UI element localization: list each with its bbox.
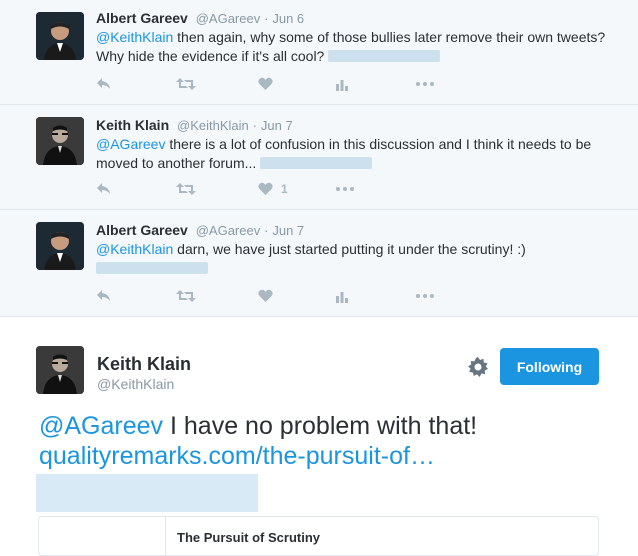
author-handle[interactable]: @AGareev <box>196 11 261 26</box>
tweet-header: Keith Klain @KeithKlain · Jun 7 <box>96 117 293 133</box>
tweet-text: @AGareev I have no problem with that! qua… <box>39 411 619 471</box>
tweet-item[interactable]: Albert Gareev @AGareev · Jun 6 @KeithKla… <box>0 0 638 105</box>
analytics-icon[interactable] <box>336 288 348 304</box>
avatar[interactable] <box>36 117 84 165</box>
reply-icon[interactable] <box>96 288 112 304</box>
retweet-icon[interactable] <box>176 288 196 304</box>
like-count: 1 <box>281 182 288 196</box>
redacted-link <box>260 157 373 169</box>
author-name[interactable]: Albert Gareev <box>96 222 188 238</box>
tweet-date[interactable]: Jun 7 <box>261 118 293 133</box>
analytics-icon[interactable] <box>336 76 348 92</box>
tweet-text: @AGareev there is a lot of confusion in … <box>96 135 616 173</box>
conversation-thread: Albert Gareev @AGareev · Jun 6 @KeithKla… <box>0 0 638 316</box>
avatar[interactable] <box>36 12 84 60</box>
tweet-header: Albert Gareev @AGareev · Jun 6 <box>96 10 304 26</box>
more-icon[interactable] <box>416 288 434 304</box>
card-thumbnail <box>39 517 166 555</box>
separator: · <box>264 223 269 238</box>
tweet-actions: 1 <box>96 181 456 197</box>
more-icon[interactable] <box>336 181 354 197</box>
author-name[interactable]: Keith Klain <box>96 117 169 133</box>
url-link[interactable]: qualityremarks.com/the-pursuit-of… <box>39 442 435 470</box>
tweet-date[interactable]: Jun 6 <box>272 11 304 26</box>
separator: · <box>264 11 269 26</box>
author-name[interactable]: Keith Klain <box>97 354 191 375</box>
retweet-icon[interactable] <box>176 181 196 197</box>
avatar[interactable] <box>36 346 84 394</box>
link-card[interactable]: The Pursuit of Scrutiny <box>38 516 599 556</box>
heart-icon[interactable] <box>258 288 281 304</box>
reply-icon[interactable] <box>96 76 112 92</box>
avatar[interactable] <box>36 222 84 270</box>
tweet-item[interactable]: Albert Gareev @AGareev · Jun 7 @KeithKla… <box>0 210 638 316</box>
heart-icon[interactable]: 1 <box>258 181 288 197</box>
tweet-body: darn, we have just started putting it un… <box>173 241 526 257</box>
tweet-text: @KeithKlain then again, why some of thos… <box>96 28 616 66</box>
separator: · <box>252 118 257 133</box>
mention-link[interactable]: @KeithKlain <box>96 29 173 45</box>
reply-icon[interactable] <box>96 181 112 197</box>
tweet-date[interactable]: Jun 7 <box>272 223 304 238</box>
tweet-body: I have no problem with that! <box>163 412 478 440</box>
permalink-tweet: Keith Klain @KeithKlain Following @AGare… <box>0 316 638 556</box>
author-handle[interactable]: @KeithKlain <box>177 118 249 133</box>
following-button[interactable]: Following <box>500 348 599 385</box>
gear-icon[interactable] <box>468 357 488 377</box>
retweet-icon[interactable] <box>176 76 196 92</box>
mention-link[interactable]: @AGareev <box>96 136 165 152</box>
author-handle[interactable]: @AGareev <box>196 223 261 238</box>
redacted-link <box>96 262 208 274</box>
tweet-actions <box>96 76 456 92</box>
author-handle[interactable]: @KeithKlain <box>97 376 174 392</box>
tweet-item[interactable]: Keith Klain @KeithKlain · Jun 7 @AGareev… <box>0 105 638 210</box>
redacted-link <box>328 50 441 62</box>
tweet-header: Albert Gareev @AGareev · Jun 7 <box>96 222 304 238</box>
more-icon[interactable] <box>416 76 434 92</box>
author-name[interactable]: Albert Gareev <box>96 10 188 26</box>
mention-link[interactable]: @AGareev <box>39 412 163 440</box>
mention-link[interactable]: @KeithKlain <box>96 241 173 257</box>
tweet-text: @KeithKlain darn, we have just started p… <box>96 240 616 278</box>
card-title: The Pursuit of Scrutiny <box>177 530 321 545</box>
tweet-actions <box>96 288 456 304</box>
redacted-link <box>36 474 258 512</box>
heart-icon[interactable] <box>258 76 281 92</box>
